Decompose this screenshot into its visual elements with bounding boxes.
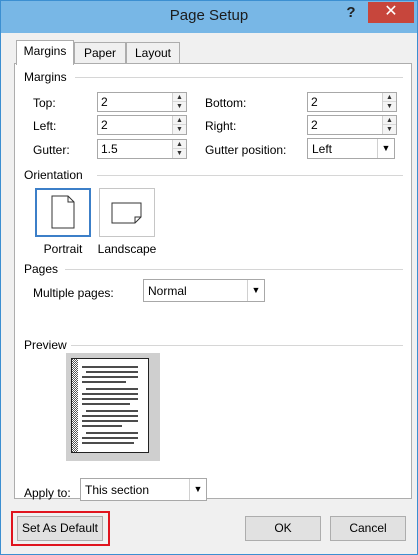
preview-group-label: Preview — [24, 338, 67, 352]
margins-divider — [75, 77, 403, 78]
left-margin-value: 2 — [101, 118, 108, 132]
portrait-label[interactable]: Portrait — [35, 242, 91, 256]
multiple-pages-select[interactable]: Normal ▼ — [143, 279, 265, 302]
gutter-position-select[interactable]: Left ▼ — [307, 138, 395, 159]
bottom-label: Bottom: — [205, 96, 247, 110]
preview-text-lines — [72, 359, 138, 452]
bottom-margin-input[interactable]: 2 ▲ ▼ — [307, 92, 397, 112]
set-as-default-button[interactable]: Set As Default — [17, 516, 103, 541]
spin-down-icon[interactable]: ▼ — [173, 102, 186, 111]
page-preview — [66, 353, 160, 461]
preview-divider — [71, 345, 403, 346]
right-label: Right: — [205, 119, 237, 133]
top-margin-value: 2 — [101, 95, 108, 109]
top-margin-input[interactable]: 2 ▲ ▼ — [97, 92, 187, 112]
spin-up-icon[interactable]: ▲ — [173, 93, 186, 102]
right-margin-value: 2 — [311, 118, 318, 132]
gutter-value: 1.5 — [101, 142, 118, 156]
portrait-page-icon — [51, 195, 75, 229]
left-margin-input[interactable]: 2 ▲ ▼ — [97, 115, 187, 135]
pages-divider — [65, 269, 403, 270]
spin-down-icon[interactable]: ▼ — [383, 125, 396, 134]
spin-up-icon[interactable]: ▲ — [383, 116, 396, 125]
tab-layout-label: Layout — [134, 46, 172, 60]
tab-layout[interactable]: Layout — [126, 42, 180, 64]
landscape-option[interactable] — [99, 188, 155, 237]
right-margin-spinner[interactable]: ▲ ▼ — [382, 116, 396, 134]
spin-down-icon[interactable]: ▼ — [173, 125, 186, 134]
pages-group-label: Pages — [24, 262, 59, 276]
left-label: Left: — [33, 119, 57, 133]
gutter-input[interactable]: 1.5 ▲ ▼ — [97, 139, 187, 159]
multiple-pages-value: Normal — [148, 284, 187, 298]
chevron-down-icon[interactable]: ▼ — [189, 479, 206, 500]
right-margin-input[interactable]: 2 ▲ ▼ — [307, 115, 397, 135]
bottom-margin-spinner[interactable]: ▲ ▼ — [382, 93, 396, 111]
landscape-label[interactable]: Landscape — [95, 242, 159, 256]
gutter-label: Gutter: — [33, 143, 70, 157]
spin-down-icon[interactable]: ▼ — [383, 102, 396, 111]
margins-panel: Margins Top: 2 ▲ ▼ Bottom: 2 ▲ ▼ Left: 2 ▲… — [14, 63, 412, 501]
spin-down-icon[interactable]: ▼ — [173, 149, 186, 158]
gutter-position-label: Gutter position: — [205, 143, 287, 157]
help-icon[interactable]: ? — [340, 2, 362, 24]
tab-margins-label: Margins — [23, 44, 67, 58]
left-margin-spinner[interactable]: ▲ ▼ — [172, 116, 186, 134]
apply-to-value: This section — [85, 483, 150, 497]
page-setup-dialog: Page Setup ? ✕ Margins Paper Layout Marg… — [0, 0, 418, 555]
tab-paper-label: Paper — [83, 46, 117, 60]
cancel-button[interactable]: Cancel — [330, 516, 406, 541]
multiple-pages-label: Multiple pages: — [33, 286, 114, 300]
ok-button[interactable]: OK — [245, 516, 321, 541]
bottom-margin-value: 2 — [311, 95, 318, 109]
top-label: Top: — [33, 96, 56, 110]
spin-up-icon[interactable]: ▲ — [173, 116, 186, 125]
gutter-spinner[interactable]: ▲ ▼ — [172, 140, 186, 158]
margins-group-label: Margins — [24, 70, 67, 84]
dialog-body: Margins Paper Layout Margins Top: 2 ▲ ▼ B… — [8, 33, 412, 549]
top-margin-spinner[interactable]: ▲ ▼ — [172, 93, 186, 111]
preview-page — [71, 358, 149, 453]
portrait-option[interactable] — [35, 188, 91, 237]
orientation-divider — [97, 175, 403, 176]
spin-up-icon[interactable]: ▲ — [173, 140, 186, 149]
tab-paper[interactable]: Paper — [74, 42, 126, 64]
spin-up-icon[interactable]: ▲ — [383, 93, 396, 102]
gutter-position-value: Left — [312, 142, 333, 156]
chevron-down-icon[interactable]: ▼ — [247, 280, 264, 301]
apply-to-select[interactable]: This section ▼ — [80, 478, 207, 501]
close-icon[interactable]: ✕ — [368, 2, 414, 23]
chevron-down-icon[interactable]: ▼ — [377, 139, 394, 158]
tab-margins[interactable]: Margins — [16, 40, 74, 65]
orientation-group-label: Orientation — [24, 168, 83, 182]
title-bar[interactable]: Page Setup ? ✕ — [1, 1, 417, 33]
landscape-page-icon — [111, 202, 142, 224]
apply-to-label: Apply to: — [24, 486, 71, 500]
